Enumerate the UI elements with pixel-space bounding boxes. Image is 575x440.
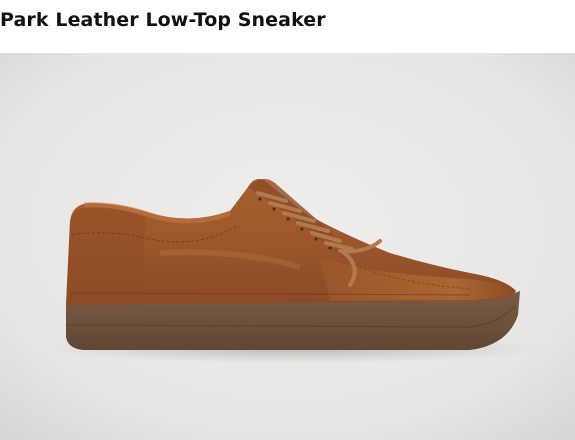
- product-title: Park Leather Low-Top Sneaker: [0, 9, 326, 31]
- product-page: Park Leather Low-Top Sneaker: [0, 0, 575, 440]
- shoe-illustration: [0, 53, 575, 440]
- product-image[interactable]: [0, 53, 575, 440]
